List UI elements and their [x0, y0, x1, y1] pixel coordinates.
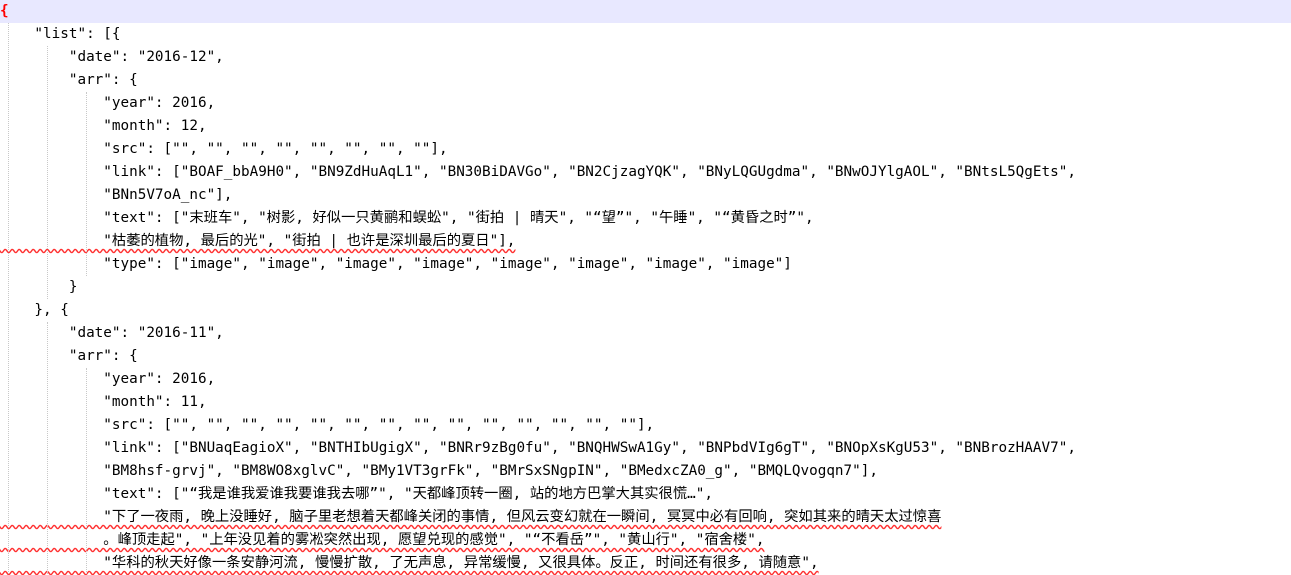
code-line[interactable]: "date": "2016-11",: [0, 322, 1291, 345]
code-line[interactable]: "month": 12,: [0, 115, 1291, 138]
code-line[interactable]: "link": ["BNUaqEagioX", "BNTHIbUgigX", "…: [0, 437, 1291, 460]
line-text: "month": 11,: [0, 394, 207, 410]
code-line[interactable]: "枯萎的植物, 最后的光", "街拍 | 也许是深圳最后的夏日"],: [0, 230, 1291, 253]
line-text: "src": ["", "", "", "", "", "", "", ""],: [0, 141, 448, 157]
code-line[interactable]: "下了一夜雨, 晚上没睡好, 脑子里老想着天都峰关闭的事情, 但风云变幻就在一瞬…: [0, 506, 1291, 529]
line-text: "link": ["BOAF_bbA9H0", "BN9ZdHuAqL1", "…: [0, 164, 1076, 180]
line-text: "华科的秋天好像一条安静河流, 慢慢扩散, 了无声息, 异常缓慢, 又很具体。反…: [0, 555, 819, 571]
line-text: "year": 2016,: [0, 95, 216, 111]
line-text: "下了一夜雨, 晚上没睡好, 脑子里老想着天都峰关闭的事情, 但风云变幻就在一瞬…: [0, 509, 942, 525]
code-line[interactable]: "month": 11,: [0, 391, 1291, 414]
code-line[interactable]: 。峰顶走起", "上年没见着的雾凇突然出现, 愿望兑现的感觉", "“不看岳”"…: [0, 529, 1291, 552]
line-text: "link": ["BNUaqEagioX", "BNTHIbUgigX", "…: [0, 440, 1076, 456]
line-text: "date": "2016-12",: [0, 49, 224, 65]
code-line[interactable]: "year": 2016,: [0, 368, 1291, 391]
code-line[interactable]: "type": ["image", "image", "image", "ima…: [0, 253, 1291, 276]
line-text: "list": [{: [0, 26, 121, 42]
code-line[interactable]: "src": ["", "", "", "", "", "", "", ""],: [0, 138, 1291, 161]
code-line[interactable]: }: [0, 276, 1291, 299]
code-line[interactable]: "link": ["BOAF_bbA9H0", "BN9ZdHuAqL1", "…: [0, 161, 1291, 184]
code-line[interactable]: {: [0, 0, 1291, 23]
indent-guide: [47, 322, 48, 574]
code-line[interactable]: "date": "2016-12",: [0, 46, 1291, 69]
code-line[interactable]: "arr": {: [0, 69, 1291, 92]
line-text: "arr": {: [0, 72, 138, 88]
code-line[interactable]: "华科的秋天好像一条安静河流, 慢慢扩散, 了无声息, 异常缓慢, 又很具体。反…: [0, 552, 1291, 575]
line-text: "text": ["末班车", "树影, 好似一只黄鹂和蜈蚣", "街拍 | 晴…: [0, 210, 814, 226]
line-text: "month": 12,: [0, 118, 207, 134]
line-text: }, {: [0, 302, 69, 318]
indent-guide: [47, 46, 48, 299]
indent-guide: [8, 23, 9, 574]
line-text: "year": 2016,: [0, 371, 216, 387]
code-line[interactable]: "text": ["末班车", "树影, 好似一只黄鹂和蜈蚣", "街拍 | 晴…: [0, 207, 1291, 230]
line-text: "BNn5V7oA_nc"],: [0, 187, 233, 203]
line-text: "src": ["", "", "", "", "", "", "", "", …: [0, 417, 655, 433]
code-line[interactable]: }, {: [0, 299, 1291, 322]
line-text: {: [0, 3, 9, 19]
indent-guide: [86, 368, 87, 574]
line-text: "date": "2016-11",: [0, 325, 224, 341]
code-line[interactable]: "arr": {: [0, 345, 1291, 368]
indent-guide: [86, 92, 87, 276]
code-line[interactable]: "list": [{: [0, 23, 1291, 46]
line-text: }: [0, 279, 78, 295]
line-text: 。峰顶走起", "上年没见着的雾凇突然出现, 愿望兑现的感觉", "“不看岳”"…: [0, 532, 765, 548]
code-line[interactable]: "year": 2016,: [0, 92, 1291, 115]
code-editor[interactable]: { "list": [{ "date": "2016-12", "arr": {…: [0, 0, 1291, 574]
line-text: "text": ["“我是谁我爱谁我要谁我去哪”", "天都峰顶转一圈, 站的地…: [0, 486, 713, 502]
code-line[interactable]: "BNn5V7oA_nc"],: [0, 184, 1291, 207]
line-text: "枯萎的植物, 最后的光", "街拍 | 也许是深圳最后的夏日"],: [0, 233, 516, 249]
line-text: "arr": {: [0, 348, 138, 364]
line-text: "type": ["image", "image", "image", "ima…: [0, 256, 792, 272]
code-line[interactable]: "BM8hsf-grvj", "BM8WO8xglvC", "BMy1VT3gr…: [0, 460, 1291, 483]
line-text: "BM8hsf-grvj", "BM8WO8xglvC", "BMy1VT3gr…: [0, 463, 878, 479]
code-line[interactable]: "text": ["“我是谁我爱谁我要谁我去哪”", "天都峰顶转一圈, 站的地…: [0, 483, 1291, 506]
code-line[interactable]: "src": ["", "", "", "", "", "", "", "", …: [0, 414, 1291, 437]
